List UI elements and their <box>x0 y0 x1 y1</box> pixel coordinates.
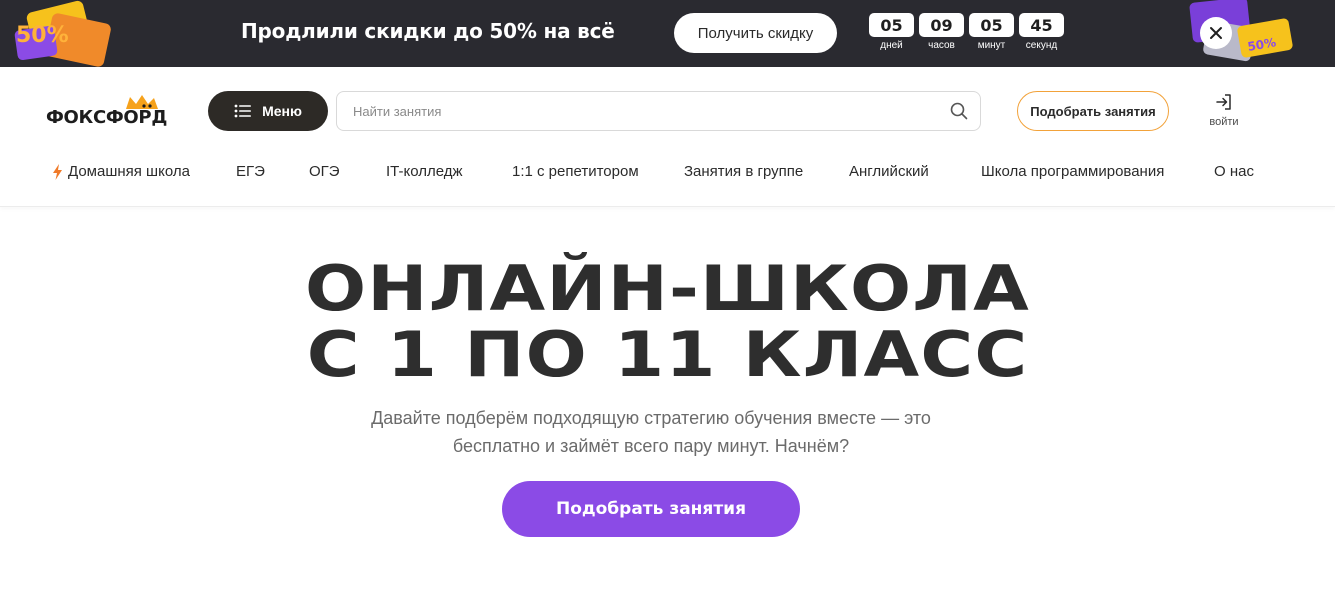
logo[interactable]: ФОКСФОРД <box>46 93 186 131</box>
lightning-icon <box>53 163 62 180</box>
nav-item-label: Домашняя школа <box>68 163 190 180</box>
search-icon[interactable] <box>950 102 968 120</box>
nav-item-label: ЕГЭ <box>236 163 265 180</box>
get-discount-button[interactable]: Получить скидку <box>674 13 837 53</box>
nav-item-label: ОГЭ <box>309 163 340 180</box>
close-promo-button[interactable] <box>1200 17 1232 49</box>
close-icon <box>1210 27 1222 39</box>
main-nav: Домашняя школа ЕГЭ ОГЭ IT-колледж 1:1 с … <box>0 161 1335 185</box>
menu-label: Меню <box>262 103 302 119</box>
timer-value: 09 <box>919 13 964 37</box>
timer-seconds: 45 секунд <box>1019 13 1064 51</box>
search-input[interactable] <box>353 92 933 130</box>
nav-item-programming-school[interactable]: Школа программирования <box>981 163 1164 180</box>
timer-hours: 09 часов <box>919 13 964 51</box>
nav-item-tutor[interactable]: 1:1 с репетитором <box>512 163 639 180</box>
timer-days: 05 дней <box>869 13 914 51</box>
timer-value: 05 <box>869 13 914 37</box>
login-label: войти <box>1209 116 1239 128</box>
nav-item-label: 1:1 с репетитором <box>512 163 639 180</box>
timer-minutes: 05 минут <box>969 13 1014 51</box>
promo-banner: 50% Продлили скидки до 50% на всё Получи… <box>0 0 1335 67</box>
timer-value: 45 <box>1019 13 1064 37</box>
menu-button[interactable]: Меню <box>208 91 328 131</box>
hero-subtitle-line1: Давайте подберём подходящую стратегию об… <box>371 408 931 428</box>
timer-value: 05 <box>969 13 1014 37</box>
hero-subtitle: Давайте подберём подходящую стратегию об… <box>300 404 1002 460</box>
timer-unit: часов <box>928 40 955 51</box>
site-header: ФОКСФОРД Меню Подобрать занятия войти До… <box>0 67 1335 207</box>
hero-subtitle-line2: бесплатно и займёт всего пару минут. Нач… <box>452 436 850 456</box>
nav-item-oge[interactable]: ОГЭ <box>309 163 340 180</box>
timer-unit: дней <box>880 40 903 51</box>
hero-title: ОНЛАЙН-ШКОЛА С 1 ПО 11 КЛАСС <box>0 256 1335 388</box>
login-button[interactable]: войти <box>1200 93 1248 133</box>
nav-item-label: Школа программирования <box>981 163 1165 180</box>
menu-icon <box>234 104 252 118</box>
hero-title-line2: С 1 ПО 11 КЛАСС <box>306 318 1029 391</box>
timer-unit: минут <box>977 40 1006 51</box>
promo-badge-left: 50% <box>16 23 69 48</box>
nav-item-group-classes[interactable]: Занятия в группе <box>684 163 803 180</box>
nav-item-ege[interactable]: ЕГЭ <box>236 163 265 180</box>
nav-item-label: О нас <box>1214 163 1254 180</box>
promo-title: Продлили скидки до 50% на всё <box>241 19 615 43</box>
nav-item-label: Английский <box>849 163 929 180</box>
search-box <box>336 91 981 131</box>
nav-item-label: IT-колледж <box>386 163 463 180</box>
nav-item-english[interactable]: Английский <box>849 163 929 180</box>
pick-classes-hero-button[interactable]: Подобрать занятия <box>502 481 800 537</box>
nav-item-it-college[interactable]: IT-колледж <box>386 163 463 180</box>
hero-title-line1: ОНЛАЙН-ШКОЛА <box>304 252 1031 325</box>
pick-classes-header-button[interactable]: Подобрать занятия <box>1017 91 1169 131</box>
nav-item-about[interactable]: О нас <box>1214 163 1254 180</box>
promo-art-left: 50% <box>14 0 111 67</box>
nav-item-home-school[interactable]: Домашняя школа <box>52 163 190 180</box>
countdown-timer: 05 дней 09 часов 05 минут 45 секунд <box>869 13 1064 51</box>
timer-unit: секунд <box>1025 40 1058 51</box>
login-icon <box>1216 94 1231 110</box>
nav-item-label: Занятия в группе <box>684 163 804 180</box>
logo-text: ФОКСФОРД <box>46 107 168 128</box>
